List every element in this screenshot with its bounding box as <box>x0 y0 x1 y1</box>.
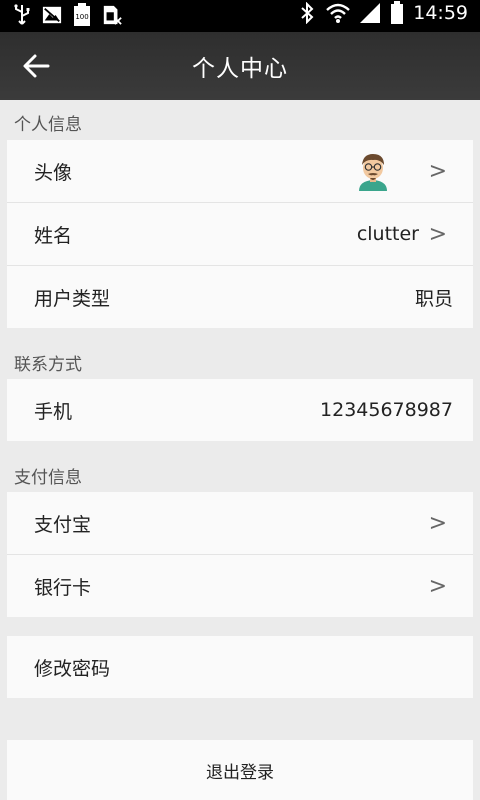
alipay-row[interactable]: 支付宝 > <box>7 492 473 555</box>
chevron-right-icon: > <box>428 158 447 184</box>
logout-button[interactable]: 退出登录 <box>7 740 473 800</box>
bank-card-row[interactable]: 银行卡 > <box>7 555 473 617</box>
battery-full-icon: 100 <box>72 3 92 26</box>
name-value: clutter <box>356 223 419 245</box>
chevron-right-icon: > <box>428 221 447 247</box>
bank-card-label: 银行卡 <box>34 576 92 599</box>
user-type-label: 用户类型 <box>34 287 111 310</box>
phone-value: 12345678987 <box>320 399 453 421</box>
sim-card-off-icon <box>102 4 122 26</box>
status-bar: 100 14:59 <box>0 0 480 32</box>
usb-icon <box>12 4 32 26</box>
clock-time: 14:59 <box>413 2 468 24</box>
page-title: 个人中心 <box>192 56 288 82</box>
section-label-personal-info: 个人信息 <box>14 115 82 135</box>
back-arrow-icon[interactable] <box>22 52 52 80</box>
name-label: 姓名 <box>34 224 73 247</box>
section-label-payment: 支付信息 <box>14 468 82 488</box>
user-type-value: 职员 <box>414 287 453 310</box>
user-type-row: 用户类型 职员 <box>7 266 473 328</box>
chevron-right-icon: > <box>428 573 447 599</box>
chevron-right-icon: > <box>428 510 447 536</box>
avatar-label: 头像 <box>34 161 73 184</box>
alipay-label: 支付宝 <box>34 513 92 536</box>
phone-label: 手机 <box>34 400 73 423</box>
personal-info-card: 头像 > 姓名 clutter > 用户类型 职员 <box>7 140 473 328</box>
phone-row[interactable]: 手机 12345678987 <box>7 379 473 441</box>
section-label-contact: 联系方式 <box>14 355 82 375</box>
app-bar: 个人中心 <box>0 32 480 100</box>
bluetooth-icon <box>297 2 317 24</box>
battery-icon <box>389 1 405 24</box>
security-card: 修改密码 <box>7 636 473 698</box>
image-notification-icon <box>42 4 62 26</box>
avatar-row[interactable]: 头像 > <box>7 140 473 203</box>
wifi-icon <box>325 2 351 24</box>
avatar <box>353 151 393 191</box>
name-row[interactable]: 姓名 clutter > <box>7 203 473 266</box>
contact-card: 手机 12345678987 <box>7 379 473 441</box>
payment-card: 支付宝 > 银行卡 > <box>7 492 473 617</box>
signal-icon <box>359 2 381 24</box>
change-password-row[interactable]: 修改密码 <box>7 636 473 698</box>
battery-level-text: 100 <box>75 13 88 21</box>
change-password-label: 修改密码 <box>34 657 111 680</box>
